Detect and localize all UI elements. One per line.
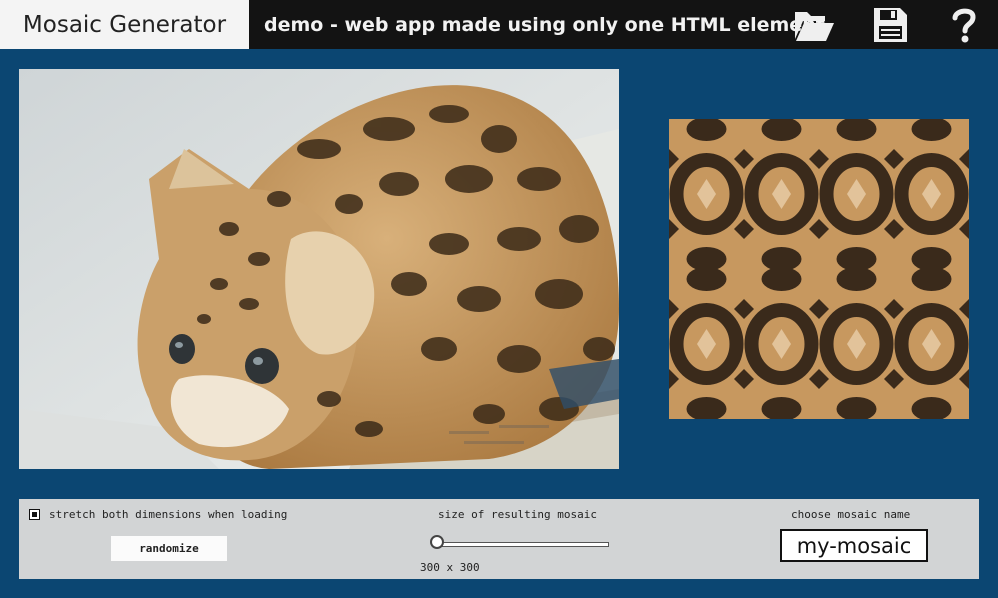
question-mark-icon[interactable] [942,6,986,44]
slider-thumb[interactable] [430,535,444,549]
mosaic-size-label: size of resulting mosaic [438,508,597,521]
mosaic-preview [669,119,969,419]
mosaic-size-slider[interactable] [429,535,611,553]
stretch-label: stretch both dimensions when loading [49,508,288,521]
control-panel: stretch both dimensions when loading ran… [19,499,979,579]
mosaic-name-label: choose mosaic name [791,508,911,521]
mosaic-size-value: 300 x 300 [420,561,480,574]
folder-open-icon[interactable] [792,6,836,44]
app-title: Mosaic Generator [0,0,249,49]
mosaic-name-input[interactable] [780,529,928,562]
source-image [19,69,619,469]
floppy-disk-icon[interactable] [867,6,911,44]
randomize-button[interactable]: randomize [111,536,227,561]
stretch-checkbox[interactable] [29,509,40,520]
app-subtitle: demo - web app made using only one HTML … [264,13,825,36]
top-bar: Mosaic Generator demo - web app made usi… [0,0,998,49]
slider-track [435,542,609,547]
